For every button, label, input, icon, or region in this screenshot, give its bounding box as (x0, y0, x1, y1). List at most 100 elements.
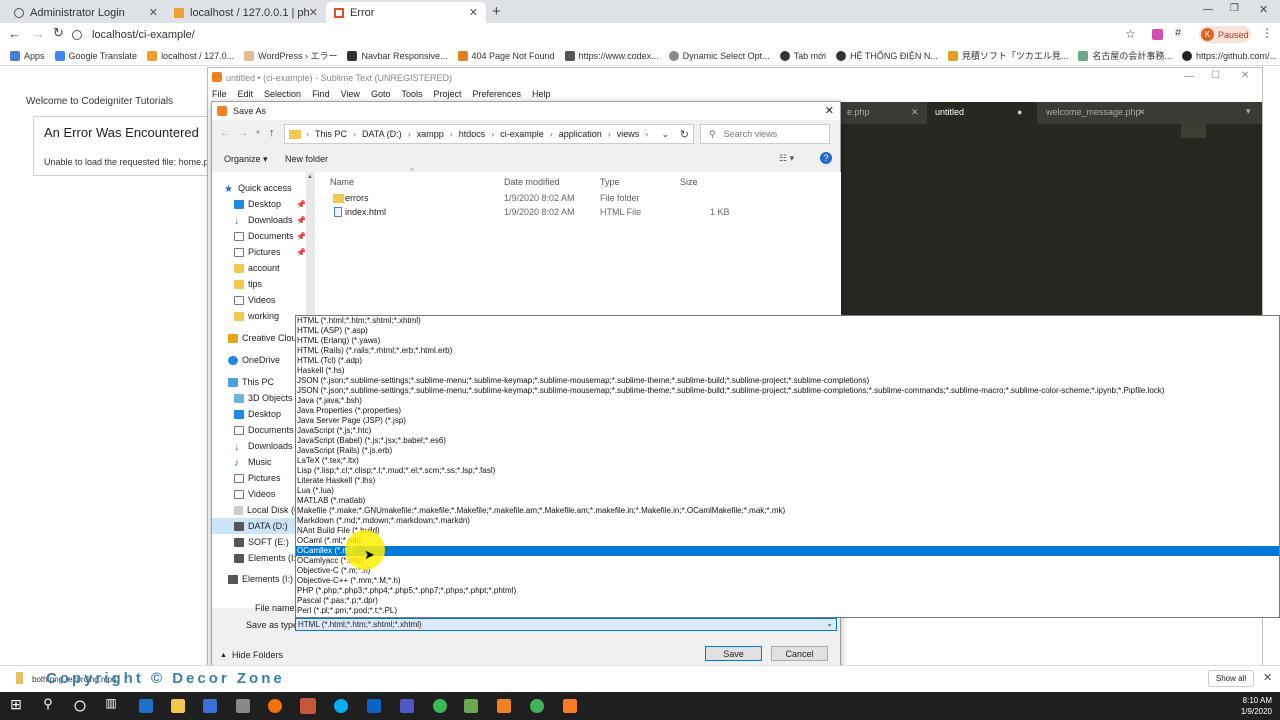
file-explorer-icon[interactable] (171, 699, 185, 713)
chevron-down-icon[interactable]: ⌄ (661, 129, 669, 140)
type-option[interactable]: HTML (Tcl) (*.adp) (296, 356, 1279, 366)
nav-elements-i-root[interactable]: Elements (I:) (212, 571, 306, 587)
hash-extension-icon[interactable]: # (1175, 27, 1181, 39)
type-option-selected[interactable]: OCamllex (*.mll) (296, 546, 1279, 556)
bookmark-item[interactable]: Dynamic Select Opt... (668, 50, 770, 61)
type-option[interactable]: Lua (*.lua) (296, 486, 1279, 496)
forward-icon[interactable]: → (32, 26, 45, 41)
edge-icon[interactable] (139, 699, 153, 713)
bookmark-item[interactable]: WordPress › エラー (244, 49, 337, 62)
bookmark-item[interactable]: https://github.com/... (1181, 50, 1277, 61)
minimize-icon[interactable]: — (1184, 71, 1194, 82)
scroll-up-icon[interactable]: ▲ (307, 174, 313, 180)
type-option[interactable]: HTML (ASP) (*.asp) (296, 326, 1279, 336)
column-type[interactable]: Type (600, 177, 620, 187)
extension-icon[interactable] (1152, 29, 1163, 40)
tab-admin-login[interactable]: Administrator Login ✕ (6, 2, 166, 23)
nav-music[interactable]: ♪ Music (212, 454, 306, 470)
type-option[interactable]: HTML (Erlang) (*.yaws) (296, 336, 1279, 346)
menu-tools[interactable]: Tools (401, 89, 422, 99)
new-tab-icon[interactable]: + (492, 3, 501, 20)
nav-quick-access[interactable]: ★ Quick access (212, 180, 306, 196)
type-option[interactable]: Haskell (*.hs) (296, 366, 1279, 376)
minimap[interactable] (1181, 124, 1206, 138)
nav-tips[interactable]: tips (212, 276, 306, 292)
tab-error[interactable]: Error ✕ (326, 2, 486, 23)
breadcrumb[interactable]: › This PC › DATA (D:) › xampp › htdocs › ci-… (284, 124, 694, 144)
nav-documents[interactable]: Documents 📌 (212, 228, 306, 244)
type-option[interactable]: Makefile (*.make;*.GNUmakefile;*.makefil… (296, 506, 1279, 516)
nav-creative-cloud[interactable]: Creative Cloud (212, 330, 306, 346)
up-folder-icon[interactable]: ↑ (269, 127, 275, 139)
outlook-icon[interactable] (367, 699, 381, 713)
type-option[interactable]: Pascal (*.pas;*.p;*.dpr) (296, 596, 1279, 606)
nav-onedrive[interactable]: OneDrive (212, 352, 306, 368)
menu-view[interactable]: View (341, 89, 360, 99)
type-option[interactable]: JavaScript (Rails) (*.js.erb) (296, 446, 1279, 456)
type-option[interactable]: JSON (*.json;*.sublime-settings;*.sublim… (296, 376, 1279, 386)
reload-icon[interactable]: ↻ (53, 25, 64, 41)
menu-selection[interactable]: Selection (264, 89, 301, 99)
bookmark-item[interactable]: localhost / 127.0... (147, 50, 234, 61)
save-as-type-select[interactable]: HTML (*.html;*.htm;*.shtml;*.xhtml) ⌄ (295, 618, 837, 631)
skype-icon[interactable] (334, 699, 348, 713)
bookmark-item[interactable]: 404 Page Not Found (457, 50, 555, 61)
type-option[interactable]: OCaml (*.ml;*.mli) (296, 536, 1279, 546)
nav-pictures[interactable]: Pictures 📌 (212, 244, 306, 260)
close-icon[interactable]: ✕ (825, 104, 834, 117)
menu-find[interactable]: Find (312, 89, 330, 99)
breadcrumb-item[interactable]: htdocs (459, 129, 486, 139)
close-icon[interactable]: ✕ (309, 6, 318, 19)
file-row[interactable]: errors 1/9/2020 8:02 AM File folder (315, 191, 835, 205)
show-all-button[interactable]: Show all (1208, 670, 1254, 687)
notepad-plus-icon[interactable] (464, 699, 478, 713)
task-view-icon[interactable]: ▥ (101, 696, 121, 716)
nav-soft-e[interactable]: SOFT (E:) (212, 534, 306, 550)
type-option[interactable]: LaTeX (*.tex;*.ltx) (296, 456, 1279, 466)
nav-account[interactable]: account (212, 260, 306, 276)
maximize-icon[interactable]: ☐ (1211, 70, 1220, 81)
bookmark-star-icon[interactable]: ☆ (1125, 27, 1136, 41)
search-icon[interactable]: ⚲ (38, 696, 58, 716)
nav-documents-pc[interactable]: Documents (212, 422, 306, 438)
teams-icon[interactable] (400, 699, 414, 713)
sublime-tab[interactable]: welcome_message.php ✕ (1046, 107, 1146, 117)
type-option[interactable]: Literate Haskell (*.lhs) (296, 476, 1279, 486)
windows-start-icon[interactable]: ⊞ (6, 696, 26, 716)
breadcrumb-item[interactable]: This PC (315, 129, 347, 139)
type-option[interactable]: JSON (*.json;*.sublime-settings;*.sublim… (296, 386, 1279, 396)
type-option[interactable]: Perl (*.pl;*.pm;*.pod;*.t;*.PL) (296, 606, 1279, 616)
xampp-icon[interactable] (563, 699, 577, 713)
nav-pictures-pc[interactable]: Pictures (212, 470, 306, 486)
bookmark-apps[interactable]: Apps (10, 50, 45, 61)
store-icon[interactable] (203, 699, 217, 713)
close-window-icon[interactable]: ✕ (1259, 3, 1268, 16)
nav-3d-objects[interactable]: 3D Objects (212, 390, 306, 406)
type-option[interactable]: Java Properties (*.properties) (296, 406, 1279, 416)
cortana-icon[interactable] (74, 700, 86, 712)
recent-locations-icon[interactable]: ▾ (256, 128, 260, 137)
breadcrumb-item[interactable]: DATA (D:) (362, 129, 402, 139)
type-option[interactable]: Java Server Page (JSP) (*.jsp) (296, 416, 1279, 426)
column-name[interactable]: Name (330, 177, 354, 187)
restore-icon[interactable]: ❐ (1230, 3, 1239, 14)
bookmark-item[interactable]: HỆ THỐNG ĐIỆN N... (836, 50, 938, 61)
address-bar[interactable]: localhost/ci-example/ (72, 27, 1148, 43)
sublime-editor[interactable] (841, 102, 1262, 350)
back-icon[interactable]: ← (220, 128, 230, 139)
close-icon[interactable]: ✕ (149, 6, 158, 19)
type-option[interactable]: JavaScript (Babel) (*.js;*.jsx;*.babel;*… (296, 436, 1279, 446)
type-option[interactable]: PHP (*.php;*.php3;*.php4;*.php5;*.php7;*… (296, 586, 1279, 596)
type-option[interactable]: Lisp (*.lisp;*.cl;*.clisp;*.l;*.mud;*.el… (296, 466, 1279, 476)
menu-icon[interactable]: ⋮ (1261, 26, 1273, 40)
menu-edit[interactable]: Edit (238, 89, 254, 99)
save-as-type-list[interactable]: HTML (*.html;*.htm;*.shtml;*.xhtml) HTML … (295, 315, 1280, 618)
organize-button[interactable]: Organize ▾ (224, 154, 268, 165)
close-icon[interactable]: ✕ (911, 107, 919, 118)
breadcrumb-item[interactable]: ci-example (500, 129, 544, 139)
nav-downloads[interactable]: ↓ Downloads 📌 (212, 212, 306, 228)
firefox-icon[interactable] (268, 699, 282, 713)
type-option[interactable]: OCamlyacc (*.mly) (296, 556, 1279, 566)
type-option[interactable]: NAnt Build File (*.build) (296, 526, 1279, 536)
menu-project[interactable]: Project (433, 89, 461, 99)
